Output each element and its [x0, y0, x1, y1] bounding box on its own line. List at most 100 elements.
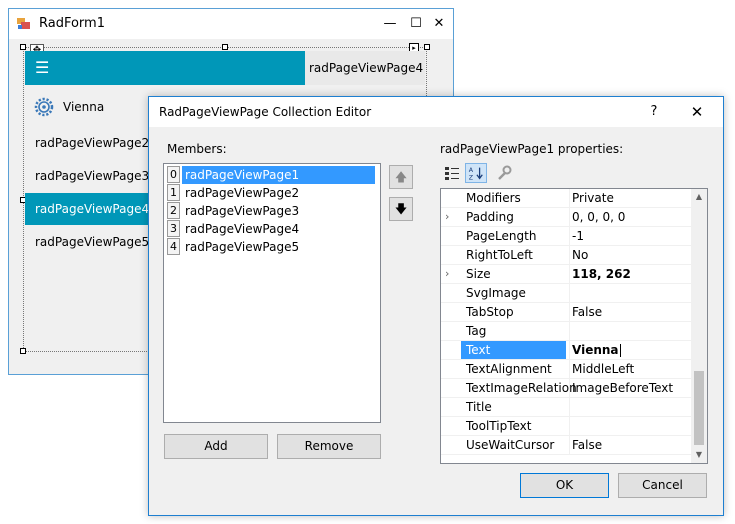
resize-handle[interactable]: [222, 44, 228, 50]
property-grid[interactable]: Modifiers Private › Padding 0, 0, 0, 0 PageLe…: [440, 188, 708, 464]
maximize-button[interactable]: ☐: [405, 13, 427, 35]
minimize-button[interactable]: —: [379, 13, 401, 35]
property-row[interactable]: SvgImage: [441, 284, 691, 303]
member-item[interactable]: 3 radPageViewPage4: [166, 220, 378, 238]
property-value[interactable]: -1: [569, 227, 691, 245]
property-row[interactable]: ToolTipText: [441, 417, 691, 436]
property-row[interactable]: › Padding 0, 0, 0, 0: [441, 208, 691, 227]
property-value[interactable]: MiddleLeft: [569, 360, 691, 378]
close-button[interactable]: ✕: [428, 13, 450, 35]
property-value-text: False: [572, 305, 603, 319]
property-row[interactable]: › Size 118, 262: [441, 265, 691, 284]
property-value-editor[interactable]: Vienna: [569, 341, 691, 359]
property-value[interactable]: [569, 284, 691, 302]
property-name: Padding: [466, 210, 514, 224]
member-name: radPageViewPage5: [185, 240, 300, 254]
property-value[interactable]: No: [569, 246, 691, 264]
tab-label: radPageViewPage4: [309, 61, 424, 75]
property-value[interactable]: [569, 417, 691, 435]
property-name: Title: [466, 400, 492, 414]
nav-item-label: radPageViewPage3: [35, 169, 150, 183]
property-value-text: MiddleLeft: [572, 362, 635, 376]
nav-item-label: radPageViewPage2: [35, 136, 150, 150]
member-item[interactable]: 0 radPageViewPage1: [166, 166, 378, 184]
property-name: Modifiers: [466, 191, 521, 205]
property-value[interactable]: False: [569, 303, 691, 321]
form-titlebar[interactable]: RadForm1 — ☐ ✕: [9, 9, 453, 39]
resize-handle[interactable]: [20, 44, 26, 50]
properties-label: radPageViewPage1 properties:: [440, 142, 624, 156]
property-row[interactable]: Tag: [441, 322, 691, 341]
dialog-titlebar[interactable]: RadPageViewPage Collection Editor ? ✕: [149, 97, 723, 127]
property-row[interactable]: TabStop False: [441, 303, 691, 322]
property-value[interactable]: [569, 322, 691, 340]
member-item[interactable]: 2 radPageViewPage3: [166, 202, 378, 220]
hamburger-icon[interactable]: ☰: [35, 58, 49, 77]
property-name: TextAlignment: [466, 362, 552, 376]
members-list[interactable]: 0 radPageViewPage1 1 radPageViewPage2 2 …: [163, 163, 381, 423]
property-row[interactable]: UseWaitCursor False: [441, 436, 691, 455]
property-value[interactable]: 0, 0, 0, 0: [569, 208, 691, 226]
property-row[interactable]: TextAlignment MiddleLeft: [441, 360, 691, 379]
ok-button[interactable]: OK: [520, 473, 609, 498]
property-name: Size: [466, 267, 491, 281]
member-index: 2: [167, 202, 180, 219]
remove-button[interactable]: Remove: [277, 434, 381, 459]
member-index: 0: [167, 166, 180, 183]
scroll-down-icon[interactable]: ▼: [691, 447, 707, 463]
property-name: SvgImage: [466, 286, 526, 300]
nav-item-label: radPageViewPage5: [35, 235, 150, 249]
nav-item-label: radPageViewPage4: [35, 202, 150, 216]
property-name: ToolTipText: [466, 419, 532, 433]
property-grid-scrollbar[interactable]: ▲ ▼: [691, 189, 707, 463]
property-name: Tag: [466, 324, 487, 338]
alphabetical-sort-icon[interactable]: A Z: [465, 163, 487, 183]
dialog-close-button[interactable]: ✕: [683, 101, 711, 123]
resize-handle[interactable]: [424, 44, 430, 50]
help-button[interactable]: ?: [642, 101, 666, 123]
property-value[interactable]: False: [569, 436, 691, 454]
property-value-text: ImageBeforeText: [572, 381, 674, 395]
property-row[interactable]: PageLength -1: [441, 227, 691, 246]
wrench-icon[interactable]: [493, 163, 515, 183]
property-value-text: 0, 0, 0, 0: [572, 210, 626, 224]
property-name: TabStop: [466, 305, 514, 319]
property-row[interactable]: Title: [441, 398, 691, 417]
move-down-button[interactable]: 🡇: [389, 197, 413, 221]
expand-chevron-icon[interactable]: ›: [445, 210, 455, 223]
property-row[interactable]: Text Vienna: [441, 341, 691, 360]
svg-text:Z: Z: [469, 174, 474, 181]
scroll-up-icon[interactable]: ▲: [691, 189, 707, 205]
text-caret: [619, 344, 621, 357]
expand-chevron-icon[interactable]: ›: [445, 267, 455, 280]
resize-handle[interactable]: [20, 348, 26, 354]
scroll-thumb[interactable]: [694, 371, 704, 445]
property-name: TextImageRelation: [466, 381, 577, 395]
property-value[interactable]: 118, 262: [569, 265, 691, 283]
add-button[interactable]: Add: [164, 434, 268, 459]
categorized-icon[interactable]: [441, 163, 463, 183]
member-index: 3: [167, 220, 180, 237]
member-name: radPageViewPage4: [185, 222, 300, 236]
property-value-text: No: [572, 248, 589, 262]
property-value[interactable]: [569, 398, 691, 416]
member-item[interactable]: 4 radPageViewPage5: [166, 238, 378, 256]
move-up-button[interactable]: 🡅: [389, 165, 413, 189]
member-name: radPageViewPage1: [182, 166, 375, 184]
member-item[interactable]: 1 radPageViewPage2: [166, 184, 378, 202]
property-row[interactable]: RightToLeft No: [441, 246, 691, 265]
property-row[interactable]: Modifiers Private: [441, 189, 691, 208]
property-value[interactable]: ImageBeforeText: [569, 379, 691, 397]
property-name: Text: [461, 341, 566, 359]
dialog-title: RadPageViewPage Collection Editor: [159, 105, 372, 119]
pageview-nav-header[interactable]: ☰: [25, 51, 305, 85]
property-name: RightToLeft: [466, 248, 533, 262]
member-name: radPageViewPage3: [185, 204, 300, 218]
gear-icon: [34, 97, 54, 117]
members-label: Members:: [167, 142, 227, 156]
pageview-tab-page4[interactable]: radPageViewPage4: [305, 51, 425, 85]
property-value-text: False: [572, 438, 603, 452]
property-value[interactable]: Private: [569, 189, 691, 207]
cancel-button[interactable]: Cancel: [618, 473, 707, 498]
property-row[interactable]: TextImageRelation ImageBeforeText: [441, 379, 691, 398]
